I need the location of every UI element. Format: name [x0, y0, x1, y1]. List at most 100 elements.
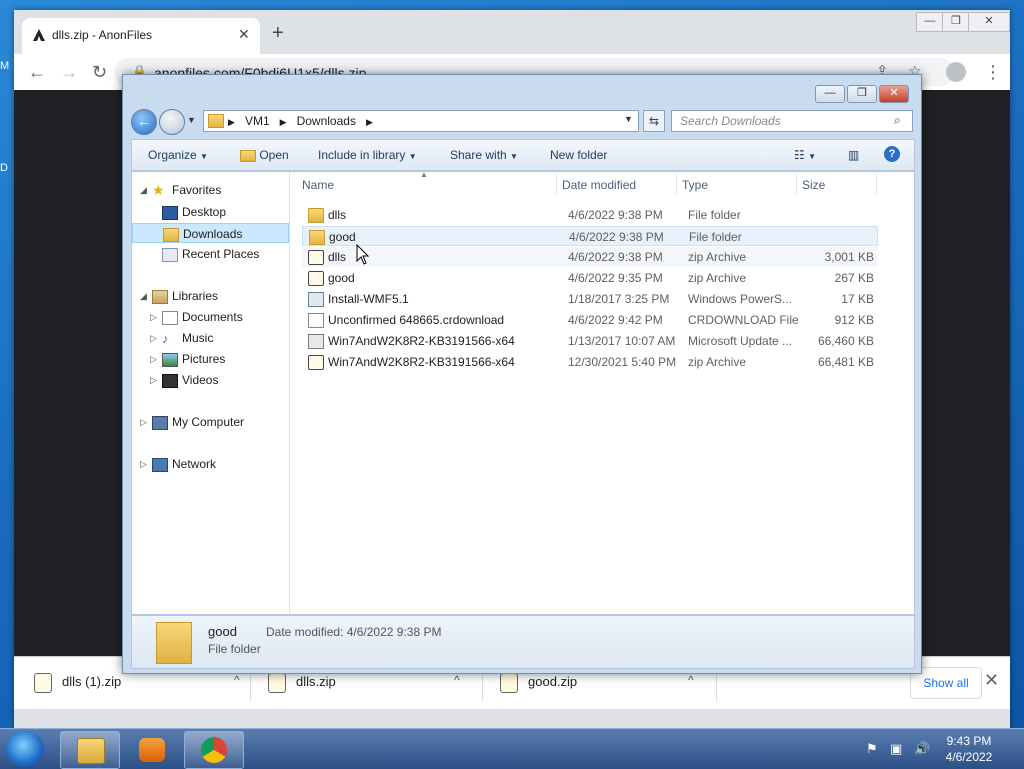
reload-icon[interactable]: ↻ [92, 62, 107, 82]
column-divider[interactable] [556, 172, 557, 196]
nav-desktop[interactable]: Desktop [132, 202, 289, 222]
minimize-button[interactable]: — [916, 12, 944, 32]
expand-arrow-icon[interactable]: ◢ [140, 180, 147, 200]
file-row[interactable]: Win7AndW2K8R2-KB3191566-x64 1/13/2017 10:… [302, 331, 878, 351]
file-row[interactable]: good 4/6/2022 9:38 PM File folder [302, 226, 878, 246]
file-size: 17 KB [841, 292, 874, 306]
clock[interactable]: 9:43 PM 4/6/2022 [932, 733, 1006, 765]
refresh-icon[interactable]: ⇆ [643, 110, 665, 132]
profile-avatar-icon[interactable] [946, 62, 966, 82]
nav-recent-places[interactable]: Recent Places [132, 244, 289, 264]
new-tab-button[interactable]: + [272, 23, 284, 43]
volume-icon[interactable]: 🔊 [914, 741, 930, 757]
address-bar[interactable]: ▶ VM1 ▶ Downloads ▶ ▼ [203, 110, 639, 132]
open-button[interactable]: Open [240, 148, 289, 162]
browser-tab[interactable]: dlls.zip - AnonFiles ✕ [22, 18, 260, 54]
file-size: 912 KB [834, 313, 874, 327]
network-icon [152, 458, 168, 472]
file-row[interactable]: Unconfirmed 648665.crdownload 4/6/2022 9:… [302, 310, 878, 330]
start-button[interactable] [6, 731, 44, 767]
zip-file-icon [268, 673, 286, 693]
expand-arrow-icon[interactable]: ◢ [140, 286, 147, 306]
minimize-button[interactable]: — [815, 85, 845, 103]
column-divider[interactable] [796, 172, 797, 196]
forward-arrow-icon[interactable]: → [60, 62, 78, 82]
search-icon[interactable]: ⌕ [894, 113, 901, 128]
collapse-arrow-icon[interactable]: ▷ [150, 349, 157, 369]
file-date: 12/30/2021 5:40 PM [568, 355, 677, 369]
new-folder-button[interactable]: New folder [550, 148, 607, 162]
file-row[interactable]: good 4/6/2022 9:35 PM zip Archive 267 KB [302, 268, 878, 288]
column-header-type[interactable]: Type [682, 178, 708, 192]
anonfiles-icon [33, 29, 45, 41]
file-name: Win7AndW2K8R2-KB3191566-x64 [328, 334, 515, 348]
help-icon[interactable]: ? [884, 146, 900, 162]
chevron-up-icon[interactable]: ^ [454, 673, 460, 687]
close-button[interactable]: ✕ [968, 12, 1010, 32]
mouse-cursor-icon [356, 244, 370, 265]
pictures-icon [162, 353, 178, 367]
share-with-button[interactable]: Share with ▼ [450, 148, 518, 162]
zip-icon [308, 355, 324, 370]
column-header-date[interactable]: Date modified [562, 178, 636, 192]
chevron-up-icon[interactable]: ^ [688, 673, 694, 687]
view-options-icon[interactable]: ☷ ▼ [794, 148, 816, 162]
search-input[interactable]: Search Downloads ⌕ [671, 110, 913, 132]
back-arrow-icon[interactable]: ← [28, 62, 46, 82]
flag-icon[interactable]: ⚑ [866, 741, 878, 757]
chevron-up-icon[interactable]: ^ [234, 673, 240, 687]
taskbar-media-player[interactable] [122, 731, 182, 769]
network-tray-icon[interactable]: ▣ [890, 741, 902, 757]
file-row[interactable]: dlls 4/6/2022 9:38 PM zip Archive 3,001 KB [302, 247, 878, 267]
zip-icon [308, 250, 324, 265]
collapse-arrow-icon[interactable]: ▷ [140, 454, 147, 474]
file-date: 4/6/2022 9:38 PM [569, 230, 664, 244]
collapse-arrow-icon[interactable]: ▷ [140, 412, 147, 432]
address-dropdown-icon[interactable]: ▼ [624, 114, 633, 124]
column-header-name[interactable]: Name [302, 178, 334, 192]
include-in-library-button[interactable]: Include in library ▼ [318, 148, 417, 162]
breadcrumb-vm1[interactable]: VM1 [245, 114, 270, 128]
close-button[interactable]: ✕ [879, 85, 909, 103]
file-row[interactable]: dlls 4/6/2022 9:38 PM File folder [302, 205, 878, 225]
maximize-button[interactable]: ❐ [847, 85, 877, 103]
maximize-button[interactable]: ❐ [942, 12, 970, 32]
file-name: dlls [328, 250, 347, 264]
nav-network[interactable]: ▷ Network [132, 454, 289, 474]
nav-music[interactable]: ▷ ♪ Music [132, 328, 289, 348]
close-downloads-icon[interactable]: ✕ [984, 671, 999, 689]
ps-icon [308, 292, 324, 307]
file-row[interactable]: Win7AndW2K8R2-KB3191566-x64 12/30/2021 5:… [302, 352, 878, 372]
sort-ascending-icon: ▲ [420, 170, 428, 179]
file-name: Win7AndW2K8R2-KB3191566-x64 [328, 355, 515, 369]
breadcrumb: ▶ VM1 ▶ Downloads ▶ [228, 114, 373, 128]
back-arrow-icon[interactable]: ← [131, 109, 157, 135]
menu-dots-icon[interactable]: ⋮ [984, 62, 1002, 82]
nav-pictures[interactable]: ▷ Pictures [132, 349, 289, 369]
zip-file-icon [500, 673, 518, 693]
collapse-arrow-icon[interactable]: ▷ [150, 307, 157, 327]
nav-favorites[interactable]: ◢ ★ Favorites [132, 180, 289, 200]
collapse-arrow-icon[interactable]: ▷ [150, 370, 157, 390]
organize-button[interactable]: Organize ▼ [148, 148, 208, 162]
nav-libraries[interactable]: ◢ Libraries [132, 286, 289, 306]
file-row[interactable]: Install-WMF5.1 1/18/2017 3:25 PM Windows P… [302, 289, 878, 309]
collapse-arrow-icon[interactable]: ▷ [150, 328, 157, 348]
taskbar-chrome[interactable] [184, 731, 244, 769]
taskbar-explorer[interactable] [60, 731, 120, 769]
history-dropdown-icon[interactable]: ▼ [187, 115, 196, 125]
desktop-icon [162, 206, 178, 220]
breadcrumb-downloads[interactable]: Downloads [297, 114, 356, 128]
column-header-size[interactable]: Size [802, 178, 825, 192]
preview-pane-icon[interactable]: ▥ [848, 148, 859, 162]
nav-documents[interactable]: ▷ Documents [132, 307, 289, 327]
column-divider[interactable] [876, 172, 877, 196]
details-name: good [208, 624, 237, 639]
nav-downloads[interactable]: Downloads [132, 223, 289, 243]
column-divider[interactable] [676, 172, 677, 196]
nav-my-computer[interactable]: ▷ My Computer [132, 412, 289, 432]
tab-close-icon[interactable]: ✕ [238, 26, 250, 43]
nav-videos[interactable]: ▷ Videos [132, 370, 289, 390]
forward-arrow-icon[interactable] [159, 109, 185, 135]
downloads-folder-icon [163, 228, 179, 242]
